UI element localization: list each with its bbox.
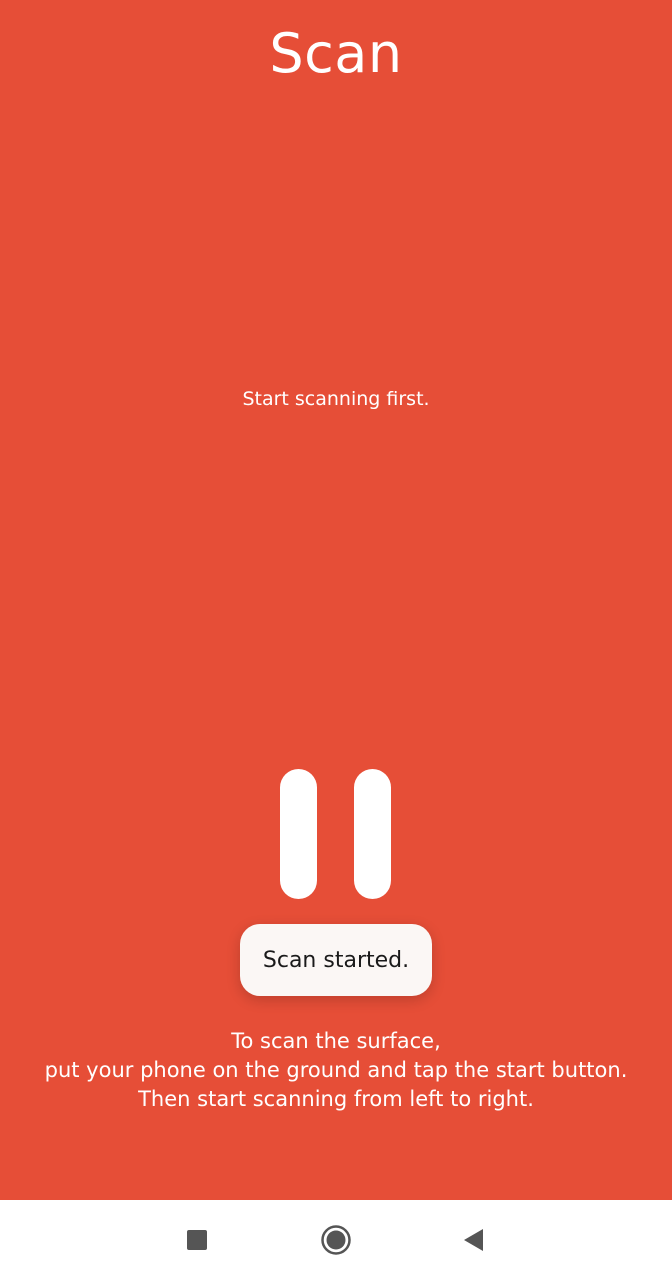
circle-icon [321,1225,351,1255]
instructions-text: To scan the surface, put your phone on t… [0,1027,672,1114]
back-button[interactable] [454,1220,494,1260]
scan-screen: Scan Start scanning first. Scan started.… [0,0,672,1200]
instructions-line-2: put your phone on the ground and tap the… [44,1058,628,1082]
instructions-line-3: Then start scanning from left to right. [138,1087,534,1111]
status-text: Start scanning first. [242,388,430,410]
pause-icon-bar-left [280,769,317,899]
recents-button[interactable] [177,1220,217,1260]
triangle-back-icon [464,1229,483,1251]
pause-icon-bar-right [354,769,391,899]
home-button[interactable] [316,1220,356,1260]
instructions-line-1: To scan the surface, [231,1029,441,1053]
pause-button[interactable] [272,762,400,906]
square-icon [187,1230,207,1250]
toast-message: Scan started. [240,924,432,996]
page-title: Scan [269,22,403,85]
system-navigation-bar [0,1200,672,1280]
